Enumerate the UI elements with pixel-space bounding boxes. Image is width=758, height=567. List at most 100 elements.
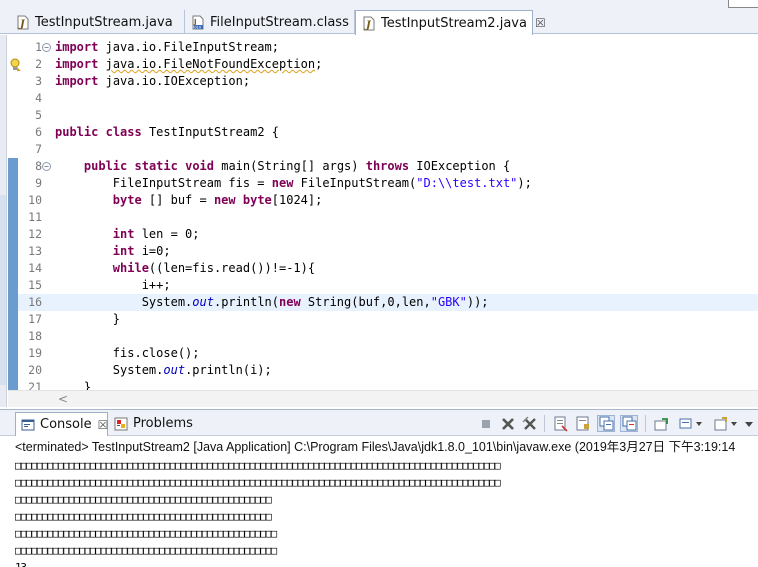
code-text: byte [] buf = new byte[1024]; xyxy=(112,193,323,207)
terminate-icon[interactable] xyxy=(477,415,495,432)
java-file-icon: J xyxy=(16,15,30,30)
line-number: 14 xyxy=(28,261,42,275)
code-line[interactable]: 16 System.out.println(new String(buf,0,l… xyxy=(8,294,758,311)
code-text: int i=0; xyxy=(112,244,171,258)
window-top-strip xyxy=(0,0,758,10)
code-line[interactable]: 19 fis.close(); xyxy=(8,345,758,362)
code-line[interactable]: 13 int i=0; xyxy=(8,243,758,260)
svg-text:010: 010 xyxy=(194,25,202,29)
toolbar-separator xyxy=(645,415,646,432)
left-window-edge xyxy=(0,35,7,407)
code-line[interactable]: 11 xyxy=(8,209,758,226)
code-text: FileInputStream fis = new FileInputStrea… xyxy=(55,176,532,190)
console-panel: Console ☒ Problems <terminated> TestInpu… xyxy=(0,409,758,567)
line-number: 4 xyxy=(35,91,42,105)
code-editor[interactable]: 1− import java.io.FileInputStream; 2 import… xyxy=(8,35,758,390)
code-text: public class TestInputStream2 { xyxy=(55,125,279,139)
display-console-icon[interactable] xyxy=(677,415,705,432)
show-on-stderr-icon[interactable] xyxy=(620,415,638,432)
code-text: import java.io.FileNotFoundException; xyxy=(55,57,323,71)
tab-console[interactable]: Console ☒ xyxy=(15,412,108,436)
code-line[interactable]: 18 xyxy=(8,328,758,345)
line-number: 19 xyxy=(28,346,42,360)
code-line[interactable]: 4 xyxy=(8,90,758,107)
tab-testinputstream2-java[interactable]: J TestInputStream2.java ☒ xyxy=(355,10,546,35)
code-text: fis.close(); xyxy=(55,346,200,360)
line-number: 21 xyxy=(28,380,42,390)
editor-tab-bar: J TestInputStream.java J 010 FileInputStr… xyxy=(0,10,758,35)
console-output-line: □□□□□□□□□□□□□□□□□□□□□□□□□□□□□□□□□□□□□□□□… xyxy=(15,493,272,506)
code-line[interactable]: 9 FileInputStream fis = new FileInputStr… xyxy=(8,175,758,192)
show-on-stdout-icon[interactable] xyxy=(597,415,615,432)
line-number: 5 xyxy=(35,108,42,122)
tab-label: Console xyxy=(40,417,92,432)
code-line[interactable]: 3 import java.io.IOException; xyxy=(8,73,758,90)
code-line[interactable]: 1− import java.io.FileInputStream; xyxy=(8,39,758,56)
scroll-left-arrow-icon[interactable]: < xyxy=(58,391,68,407)
code-line[interactable]: 17 } xyxy=(8,311,758,328)
remove-launch-icon[interactable] xyxy=(499,415,517,432)
open-console-icon[interactable] xyxy=(712,415,740,432)
code-line[interactable]: 5 xyxy=(8,107,758,124)
line-number: 17 xyxy=(28,312,42,326)
line-number: 20 xyxy=(28,363,42,377)
code-text: while((len=fis.read())!=-1){ xyxy=(112,261,316,275)
pin-console-icon[interactable] xyxy=(653,415,671,432)
code-line[interactable]: 14 while((len=fis.read())!=-1){ xyxy=(8,260,758,277)
line-number: 7 xyxy=(35,142,42,156)
code-line[interactable]: 21 } xyxy=(8,379,758,390)
editor-horizontal-scrollbar[interactable]: < xyxy=(8,390,758,407)
code-line[interactable]: 10 byte [] buf = new byte[1024]; xyxy=(8,192,758,209)
code-text: import java.io.FileInputStream; xyxy=(55,40,279,54)
code-line[interactable]: 2 import java.io.FileNotFoundException; xyxy=(8,56,758,73)
code-line[interactable]: 12 int len = 0; xyxy=(8,226,758,243)
code-text: public static void main(String[] args) t… xyxy=(83,159,511,173)
code-text: System.out.println(new String(buf,0,len,… xyxy=(55,295,489,309)
code-text: } xyxy=(55,380,92,390)
tab-label: Problems xyxy=(133,416,193,431)
clear-console-icon[interactable] xyxy=(552,415,570,432)
line-number: 11 xyxy=(28,210,42,224)
code-line[interactable]: 8− public static void main(String[] args… xyxy=(8,158,758,175)
console-output-line: □□□□□□□□□□□□□□□□□□□□□□□□□□□□□□□□□□□□□□□□… xyxy=(15,510,272,523)
close-icon[interactable]: ☒ xyxy=(535,16,546,30)
console-output[interactable]: □□□□□□□□□□□□□□□□□□□□□□□□□□□□□□□□□□□□□□□□… xyxy=(15,457,758,567)
toolbar-separator xyxy=(544,415,545,432)
console-output-line: □□□□□□□□□□□□□□□□□□□□□□□□□□□□□□□□□□□□□□□□… xyxy=(15,459,501,472)
remove-all-terminated-icon[interactable] xyxy=(521,415,539,432)
code-line[interactable]: 6 public class TestInputStream2 { xyxy=(8,124,758,141)
java-file-icon: J xyxy=(362,16,376,31)
tab-problems[interactable]: Problems xyxy=(109,412,193,435)
line-number: 16 xyxy=(28,295,42,309)
line-number: 9 xyxy=(35,176,42,190)
tab-label: TestInputStream.java xyxy=(35,14,173,30)
console-tab-bar: Console ☒ Problems xyxy=(0,410,758,436)
tab-testinputstream-java[interactable]: J TestInputStream.java xyxy=(10,10,185,34)
code-line[interactable]: 20 System.out.println(i); xyxy=(8,362,758,379)
code-text: System.out.println(i); xyxy=(55,363,272,377)
class-file-icon: J 010 xyxy=(191,15,205,30)
line-number: 10 xyxy=(28,193,42,207)
console-output-line: 13 xyxy=(15,559,758,567)
console-icon xyxy=(21,418,35,432)
line-number: 6 xyxy=(35,125,42,139)
fold-toggle-icon[interactable]: − xyxy=(42,43,51,52)
code-text: int len = 0; xyxy=(112,227,200,241)
line-number: 2 xyxy=(35,57,42,71)
fold-toggle-icon[interactable]: − xyxy=(42,162,51,171)
console-output-line: □□□□□□□□□□□□□□□□□□□□□□□□□□□□□□□□□□□□□□□□… xyxy=(15,527,277,540)
close-icon[interactable]: ☒ xyxy=(98,418,109,432)
tab-fileinputstream-class[interactable]: J 010 FileInputStream.class xyxy=(185,10,355,34)
code-line[interactable]: 15 i++; xyxy=(8,277,758,294)
line-number: 8 xyxy=(35,159,42,173)
code-text: i++; xyxy=(55,278,171,292)
code-line[interactable]: 7 xyxy=(8,141,758,158)
view-menu-icon[interactable] xyxy=(742,415,756,432)
console-status-line: <terminated> TestInputStream2 [Java Appl… xyxy=(15,440,736,454)
tab-label: FileInputStream.class xyxy=(210,14,349,30)
console-output-line: □□□□□□□□□□□□□□□□□□□□□□□□□□□□□□□□□□□□□□□□… xyxy=(15,476,501,489)
line-number: 1 xyxy=(35,40,42,54)
tab-label: TestInputStream2.java xyxy=(381,15,527,31)
code-text: import java.io.IOException; xyxy=(55,74,251,88)
scroll-lock-icon[interactable] xyxy=(574,415,592,432)
